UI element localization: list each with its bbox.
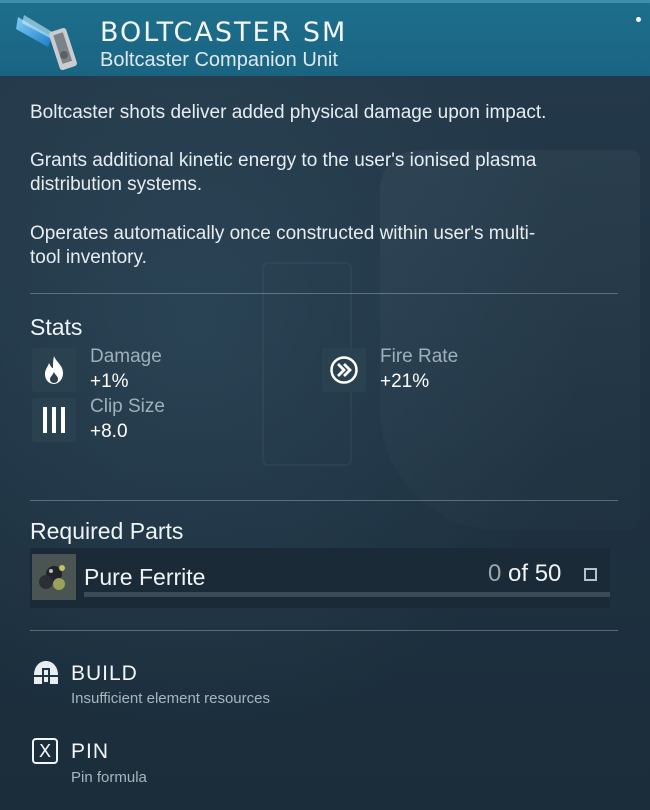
divider (30, 500, 618, 501)
divider (30, 630, 618, 631)
build-label: BUILD (71, 662, 138, 685)
clip-bars-icon (32, 398, 76, 442)
description-line-3: Operates automatically once constructed … (30, 223, 536, 268)
required-parts-heading: Required Parts (30, 518, 184, 544)
stat-clip-size-value: +8.0 (90, 421, 128, 442)
item-subtitle: Boltcaster Companion Unit (100, 49, 338, 71)
stat-damage-value: +1% (90, 371, 129, 392)
description-line-2: Grants additional kinetic energy to the … (30, 150, 537, 195)
stat-clip-size-label: Clip Size (90, 396, 165, 417)
stat-damage-label: Damage (90, 346, 162, 367)
corner-indicator-dot (636, 17, 641, 22)
ferrite-resource-icon (32, 554, 76, 600)
item-header: BOLTCASTER SM Boltcaster Companion Unit (0, 0, 650, 76)
divider (30, 293, 618, 294)
x-key-icon: X (32, 738, 58, 764)
part-progress-bar (84, 592, 610, 597)
part-checkbox (584, 568, 597, 581)
stat-fire-rate-value: +21% (380, 371, 430, 392)
part-count: 0 of 50 (488, 560, 562, 587)
part-name: Pure Ferrite (84, 564, 206, 590)
boltcaster-module-icon (14, 11, 84, 75)
flame-icon (32, 348, 76, 392)
item-title: BOLTCASTER SM (100, 17, 348, 48)
build-sublabel: Insufficient element resources (71, 690, 270, 707)
stats-heading: Stats (30, 314, 83, 340)
pin-label: PIN (71, 740, 110, 763)
description-line-1: Boltcaster shots deliver added physical … (30, 102, 547, 123)
double-chevron-icon (322, 348, 366, 392)
stat-fire-rate-label: Fire Rate (380, 346, 459, 367)
required-part-row[interactable]: Pure Ferrite 0 of 50 (30, 548, 610, 608)
build-helmet-icon (31, 658, 61, 688)
pin-sublabel: Pin formula (71, 769, 147, 786)
background-multitool-silhouette (380, 150, 640, 530)
